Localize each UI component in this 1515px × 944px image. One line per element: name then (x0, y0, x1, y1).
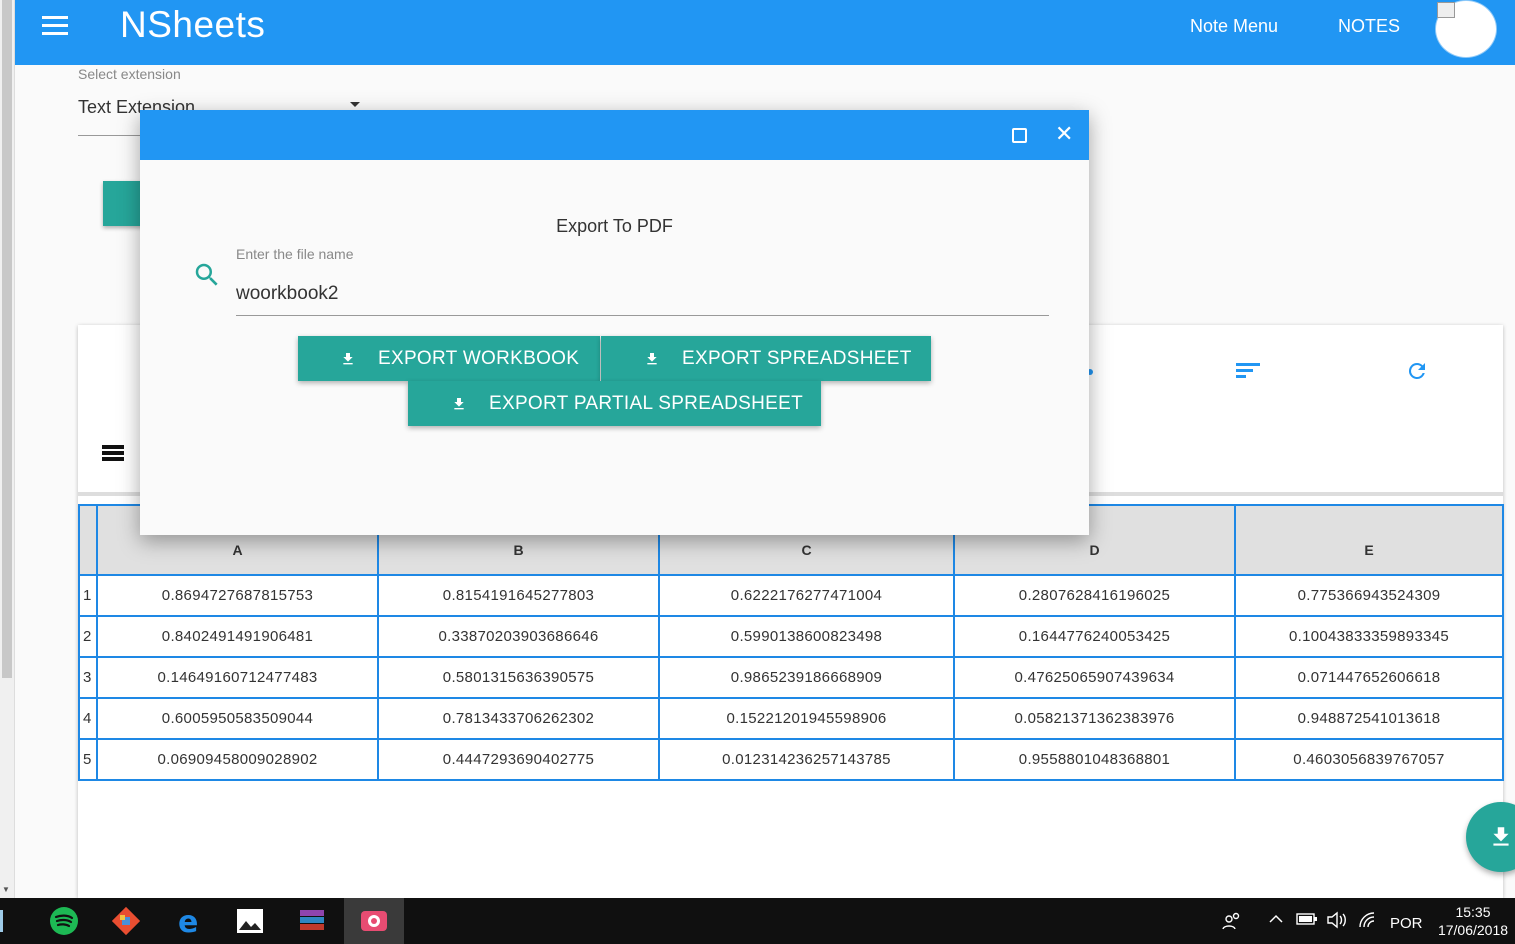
export-dialog: ✕ Export To PDF Enter the file name EXPO… (140, 110, 1089, 535)
export-partial-label: EXPORT PARTIAL SPREADSHEET (489, 392, 804, 414)
svg-text:e: e (178, 906, 198, 936)
volume-icon[interactable] (1326, 911, 1348, 933)
dialog-header: ✕ (140, 110, 1089, 160)
table-row: 4 0.6005950583509044 0.7813433706262302 … (78, 697, 1504, 740)
download-icon (343, 352, 353, 364)
language-indicator[interactable]: POR (1390, 915, 1423, 932)
close-icon[interactable]: ✕ (1055, 122, 1073, 147)
sort-icon[interactable] (1236, 363, 1260, 381)
table-row: 1 0.8694727687815753 0.8154191645277803 … (78, 574, 1504, 617)
cell[interactable]: 0.33870203903686646 (377, 615, 660, 658)
photos-icon[interactable] (220, 898, 280, 944)
maximize-icon[interactable] (1012, 128, 1027, 143)
cell[interactable]: 0.2807628416196025 (953, 574, 1236, 617)
spotify-icon[interactable] (34, 898, 94, 944)
nav-notes[interactable]: NOTES (1338, 16, 1400, 37)
search-icon (192, 260, 222, 295)
cell[interactable]: 0.9558801048368801 (953, 738, 1236, 781)
git-icon[interactable] (96, 898, 156, 944)
filename-label: Enter the file name (236, 246, 354, 262)
cell[interactable]: 0.071447652606618 (1234, 656, 1504, 699)
cell[interactable]: 0.10043833359893345 (1234, 615, 1504, 658)
cell[interactable]: 0.7813433706262302 (377, 697, 660, 740)
cell[interactable]: 0.6222176277471004 (658, 574, 955, 617)
start-icon[interactable] (0, 898, 18, 944)
cell[interactable]: 0.012314236257143785 (658, 738, 955, 781)
app-bar: NSheets Note Menu NOTES (15, 0, 1515, 65)
column-header-e[interactable]: E (1234, 504, 1504, 576)
wifi-icon[interactable] (1358, 911, 1378, 933)
clock[interactable]: 15:35 17/06/2018 (1433, 903, 1513, 939)
winrar-icon[interactable] (282, 898, 342, 944)
cell[interactable]: 0.9865239186668909 (658, 656, 955, 699)
table-row: 5 0.06909458009028902 0.4447293690402775… (78, 738, 1504, 781)
cell[interactable]: 0.8402491491906481 (96, 615, 379, 658)
export-workbook-button[interactable]: EXPORT WORKBOOK (298, 336, 600, 381)
table-row: 3 0.14649160712477483 0.5801315636390575… (78, 656, 1504, 699)
filename-input[interactable] (236, 272, 1049, 316)
windows-taskbar: e POR 15:35 17/06/2018 (0, 898, 1515, 944)
spreadsheet-table: A B C D E 1 0.8694727687815753 0.8154191… (78, 504, 1504, 781)
chevron-down-icon[interactable] (350, 102, 360, 107)
clock-time: 15:35 (1455, 904, 1491, 920)
corner-cell (78, 504, 98, 576)
export-spreadsheet-button[interactable]: EXPORT SPREADSHEET (601, 336, 931, 381)
edge-icon[interactable]: e (158, 898, 218, 944)
cell[interactable]: 0.15221201945598906 (658, 697, 955, 740)
chevron-up-icon[interactable] (1268, 911, 1284, 931)
download-icon (1493, 827, 1509, 846)
scrollbar-thumb[interactable] (2, 0, 12, 678)
cell[interactable]: 0.775366943524309 (1234, 574, 1504, 617)
broken-image-icon (1437, 2, 1455, 18)
refresh-icon[interactable] (1405, 359, 1429, 383)
cell[interactable]: 0.4603056839767057 (1234, 738, 1504, 781)
scroll-down-arrow-icon[interactable]: ▼ (2, 885, 10, 894)
extension-select-label: Select extension (78, 66, 181, 82)
cell[interactable]: 0.5801315636390575 (377, 656, 660, 699)
download-icon (647, 352, 657, 364)
cell[interactable]: 0.1644776240053425 (953, 615, 1236, 658)
row-number[interactable]: 4 (78, 697, 98, 740)
cell[interactable]: 0.8694727687815753 (96, 574, 379, 617)
clock-date: 17/06/2018 (1437, 922, 1509, 938)
row-number[interactable]: 3 (78, 656, 98, 699)
cell[interactable]: 0.4447293690402775 (377, 738, 660, 781)
cell[interactable]: 0.8154191645277803 (377, 574, 660, 617)
cell[interactable]: 0.05821371362383976 (953, 697, 1236, 740)
cell[interactable]: 0.47625065907439634 (953, 656, 1236, 699)
people-icon[interactable] (1222, 911, 1242, 935)
camera-icon[interactable] (344, 898, 404, 944)
export-partial-spreadsheet-button[interactable]: EXPORT PARTIAL SPREADSHEET (408, 381, 821, 426)
list-view-icon[interactable] (102, 445, 124, 463)
download-icon (454, 397, 464, 409)
cell[interactable]: 0.06909458009028902 (96, 738, 379, 781)
battery-icon[interactable] (1296, 911, 1318, 931)
cell[interactable]: 0.5990138600823498 (658, 615, 955, 658)
cell[interactable]: 0.948872541013618 (1234, 697, 1504, 740)
cell[interactable]: 0.6005950583509044 (96, 697, 379, 740)
table-row: 2 0.8402491491906481 0.33870203903686646… (78, 615, 1504, 658)
dialog-title: Export To PDF (556, 216, 673, 236)
export-workbook-label: EXPORT WORKBOOK (378, 347, 580, 369)
cell[interactable]: 0.14649160712477483 (96, 656, 379, 699)
app-title[interactable]: NSheets (120, 4, 265, 46)
page-scrollbar[interactable]: ▼ (0, 0, 15, 898)
export-spreadsheet-label: EXPORT SPREADSHEET (682, 347, 912, 369)
row-number[interactable]: 2 (78, 615, 98, 658)
row-number[interactable]: 1 (78, 574, 98, 617)
row-number[interactable]: 5 (78, 738, 98, 781)
nav-note-menu[interactable]: Note Menu (1190, 16, 1278, 37)
hamburger-menu-icon[interactable] (42, 16, 68, 36)
